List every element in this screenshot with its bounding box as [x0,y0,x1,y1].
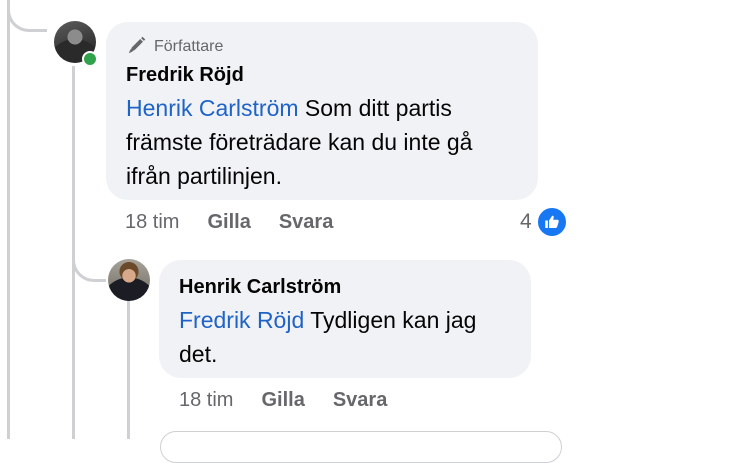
like-button[interactable]: Gilla [207,211,250,234]
comment-author[interactable]: Henrik Carlström [179,274,511,300]
comment-actions: 18 tim Gilla Svara [179,386,415,414]
like-button[interactable]: Gilla [261,389,304,412]
author-badge-label: Författare [154,38,224,55]
avatar[interactable] [108,259,150,301]
thread-line-main-lower [72,282,75,439]
comment-bubble: Författare Fredrik Röjd Henrik Carlström… [106,22,538,200]
online-status-dot [82,51,98,67]
comment-text-line1: Som ditt partis [298,95,452,121]
comment-text-line1: Tydligen kan jag [304,307,477,333]
reply-button[interactable]: Svara [279,211,334,234]
author-badge: Författare [126,36,518,58]
like-icon [535,206,568,238]
thread-line-outer [7,0,10,439]
pen-icon [126,34,148,61]
reply-input[interactable] [160,431,562,463]
thread-connector-top [7,0,47,32]
reply-button[interactable]: Svara [333,389,388,412]
comment-text: Fredrik Röjd Tydligen kan jag det. [179,303,511,371]
reaction-count: 4 [520,210,532,233]
thread-line-reply [127,300,130,439]
mention-link[interactable]: Fredrik Röjd [179,307,304,333]
comment-author[interactable]: Fredrik Röjd [126,62,518,88]
mention-link[interactable]: Henrik Carlström [126,95,299,121]
comment-actions: 18 tim Gilla Svara [125,208,361,236]
comment-time[interactable]: 18 tim [125,211,179,234]
reaction-summary[interactable]: 4 [520,206,568,238]
comment-time[interactable]: 18 tim [179,389,233,412]
comment-text-line3: ifrån partilinjen. [126,163,282,189]
comment-bubble: Henrik Carlström Fredrik Röjd Tydligen k… [159,260,531,378]
thread-connector-reply [72,230,106,282]
comment-text-line2: det. [179,341,218,367]
comment-text: Henrik Carlström Som ditt partis främste… [126,91,518,193]
comment-text-line2: främste företrädare kan du inte gå [126,129,473,155]
